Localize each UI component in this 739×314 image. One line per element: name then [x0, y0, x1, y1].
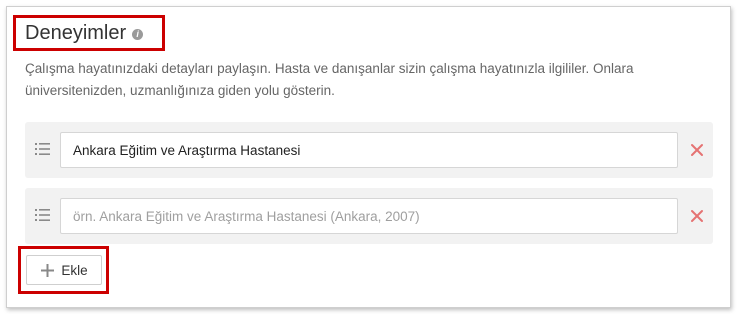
drag-handle-icon[interactable]	[35, 208, 50, 222]
plus-icon	[41, 263, 55, 277]
add-button[interactable]: Ekle	[26, 255, 102, 285]
page: Deneyimler i Çalışma hayatınızdaki detay…	[0, 0, 739, 314]
add-button-highlight: Ekle	[18, 246, 109, 294]
drag-handle-icon[interactable]	[35, 142, 50, 156]
experience-input[interactable]	[60, 198, 678, 234]
section-title: Deneyimler	[25, 22, 127, 44]
add-button-label: Ekle	[61, 262, 88, 278]
section-description: Çalışma hayatınızdaki detayları paylaşın…	[25, 61, 634, 98]
remove-icon[interactable]	[690, 209, 704, 223]
experience-input[interactable]	[60, 132, 678, 168]
experience-row	[25, 188, 713, 244]
info-icon[interactable]: i	[132, 29, 144, 40]
section-title-highlight: Deneyimler i	[13, 15, 165, 51]
experience-row	[25, 122, 713, 178]
remove-icon[interactable]	[690, 143, 704, 157]
